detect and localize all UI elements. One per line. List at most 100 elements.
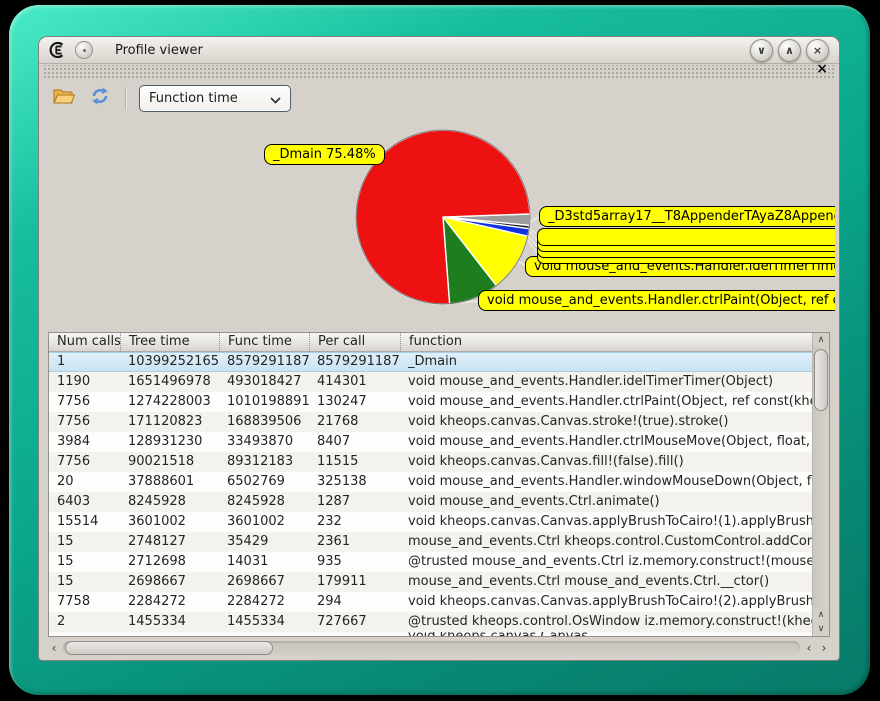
- table-cell: void mouse_and_events.Handler.ctrlMouseM…: [400, 432, 812, 452]
- header-func-time[interactable]: Func time: [219, 333, 309, 352]
- close-button[interactable]: ×: [806, 39, 829, 62]
- table-cell: 8407: [309, 432, 400, 452]
- table-cell: _Dmain: [400, 352, 812, 372]
- table-row-partial[interactable]: void kheops.canvas.Canvas: [49, 632, 812, 636]
- header-num-calls[interactable]: Num calls: [49, 333, 120, 352]
- window-menu-button[interactable]: [75, 41, 93, 59]
- open-file-button[interactable]: [51, 85, 77, 111]
- table-row[interactable]: 1551436010023601002232void kheops.canvas…: [49, 512, 812, 532]
- table-row[interactable]: 6403824592882459281287void mouse_and_eve…: [49, 492, 812, 512]
- table-row[interactable]: 1526986672698667179911mouse_and_events.C…: [49, 572, 812, 592]
- scroll-up-button[interactable]: ∧: [813, 333, 829, 347]
- horizontal-scrollbar[interactable]: ‹ ‹ ›: [48, 639, 830, 657]
- table-row[interactable]: 152748127354292361mouse_and_events.Ctrl …: [49, 532, 812, 552]
- table-cell: 20: [49, 472, 120, 492]
- table-cell: 15: [49, 552, 120, 572]
- table-row[interactable]: 775617112082316883950621768void kheops.c…: [49, 412, 812, 432]
- table-cell: 10399252165: [120, 352, 219, 372]
- scroll-right-button[interactable]: ›: [818, 641, 830, 655]
- table-cell: 6502769: [219, 472, 309, 492]
- table-cell: 2748127: [120, 532, 219, 552]
- dock-close-icon[interactable]: ×: [816, 62, 828, 76]
- close-icon: ×: [813, 45, 822, 56]
- pie-label-hidden: [537, 228, 835, 246]
- horizontal-scroll-thumb[interactable]: [65, 641, 273, 655]
- table-cell: 21768: [309, 412, 400, 432]
- table-cell: 935: [309, 552, 400, 572]
- table-cell: void kheops.canvas.Canvas.fill!(false).f…: [400, 452, 812, 472]
- table-cell: 14031: [219, 552, 309, 572]
- table-cell: 2361: [309, 532, 400, 552]
- table-cell: mouse_and_events.Ctrl mouse_and_events.C…: [400, 572, 812, 592]
- window-title: Profile viewer: [115, 43, 203, 58]
- table-cell: void mouse_and_events.Handler.idelTimerT…: [400, 372, 812, 392]
- pie-label-dmain: _Dmain 75.48%: [264, 144, 385, 165]
- table-cell: 727667: [309, 612, 400, 632]
- table-cell: 7756: [49, 452, 120, 472]
- table-cell: void kheops.canvas.Canvas.stroke!(true).…: [400, 412, 812, 432]
- refresh-icon: [90, 86, 110, 110]
- table-cell: 8245928: [219, 492, 309, 512]
- table-row[interactable]: 3984128931230334938708407void mouse_and_…: [49, 432, 812, 452]
- dock-handle[interactable]: ×: [42, 65, 836, 78]
- table-row[interactable]: 7756900215188931218311515void kheops.can…: [49, 452, 812, 472]
- table-cell: 2: [49, 612, 120, 632]
- titlebar[interactable]: Profile viewer ∨ ∧ ×: [39, 37, 839, 64]
- toolbar: Function time: [39, 78, 839, 118]
- table-cell: 1010198891: [219, 392, 309, 412]
- table-body: 11039925216585792911878579291187_Dmain11…: [49, 352, 812, 636]
- table-cell: @trusted kheops.control.OsWindow iz.memo…: [400, 612, 812, 632]
- view-mode-select[interactable]: Function time: [139, 85, 291, 112]
- table-row[interactable]: 20378886016502769325138void mouse_and_ev…: [49, 472, 812, 492]
- table-cell: void kheops.canvas.Canvas: [400, 632, 812, 636]
- table-cell: 1455334: [120, 612, 219, 632]
- table-cell: 3601002: [219, 512, 309, 532]
- table-cell: void mouse_and_events.Handler.windowMous…: [400, 472, 812, 492]
- table-cell: 1287: [309, 492, 400, 512]
- table-row[interactable]: 775822842722284272294void kheops.canvas.…: [49, 592, 812, 612]
- refresh-button[interactable]: [87, 85, 113, 111]
- scroll-down-button[interactable]: ∨: [813, 622, 829, 636]
- table-cell: 6403: [49, 492, 120, 512]
- header-tree-time[interactable]: Tree time: [120, 333, 219, 352]
- vertical-scroll-track[interactable]: [813, 347, 829, 608]
- scroll-left-button-2[interactable]: ‹: [803, 641, 815, 655]
- table-cell: 90021518: [120, 452, 219, 472]
- table-cell: 493018427: [219, 372, 309, 392]
- chevron-down-icon: [270, 89, 281, 108]
- table-cell: 7756: [49, 392, 120, 412]
- table-row[interactable]: 775612742280031010198891130247void mouse…: [49, 392, 812, 412]
- table-cell: void kheops.canvas.Canvas.applyBrushToCa…: [400, 512, 812, 532]
- table-cell: 15: [49, 532, 120, 552]
- vertical-scrollbar[interactable]: ∧ ∧ ∨: [812, 333, 829, 636]
- table-cell: 168839506: [219, 412, 309, 432]
- table-cell: 1651496978: [120, 372, 219, 392]
- table-cell: void mouse_and_events.Ctrl.animate(): [400, 492, 812, 512]
- table-cell: 89312183: [219, 452, 309, 472]
- shade-button[interactable]: ∨: [750, 39, 773, 62]
- table-row[interactable]: 15271269814031935@trusted mouse_and_even…: [49, 552, 812, 572]
- vertical-scroll-thumb[interactable]: [814, 349, 828, 411]
- open-folder-icon: [53, 87, 75, 109]
- table-cell: 8579291187: [219, 352, 309, 372]
- horizontal-scroll-track[interactable]: [63, 641, 800, 655]
- scroll-left-button[interactable]: ‹: [48, 641, 60, 655]
- table-cell: 2284272: [120, 592, 219, 612]
- table-cell: 179911: [309, 572, 400, 592]
- table-row[interactable]: 11901651496978493018427414301void mouse_…: [49, 372, 812, 392]
- table-cell: 294: [309, 592, 400, 612]
- pie-label-ctrlpaint: void mouse_and_events.Handler.ctrlPaint(…: [478, 290, 835, 311]
- table-cell: 2284272: [219, 592, 309, 612]
- maximize-button[interactable]: ∧: [778, 39, 801, 62]
- table-cell: 1190: [49, 372, 120, 392]
- table-header: Num calls Tree time Func time Per call f…: [49, 333, 812, 352]
- table-cell: 15514: [49, 512, 120, 532]
- table-cell: 130247: [309, 392, 400, 412]
- table-cell: 1455334: [219, 612, 309, 632]
- header-per-call[interactable]: Per call: [309, 333, 400, 352]
- header-function[interactable]: function: [400, 333, 812, 352]
- table-row[interactable]: 11039925216585792911878579291187_Dmain: [49, 352, 812, 372]
- table-row[interactable]: 214553341455334727667@trusted kheops.con…: [49, 612, 812, 632]
- table-cell: @trusted mouse_and_events.Ctrl iz.memory…: [400, 552, 812, 572]
- scroll-up-button-2[interactable]: ∧: [813, 608, 829, 622]
